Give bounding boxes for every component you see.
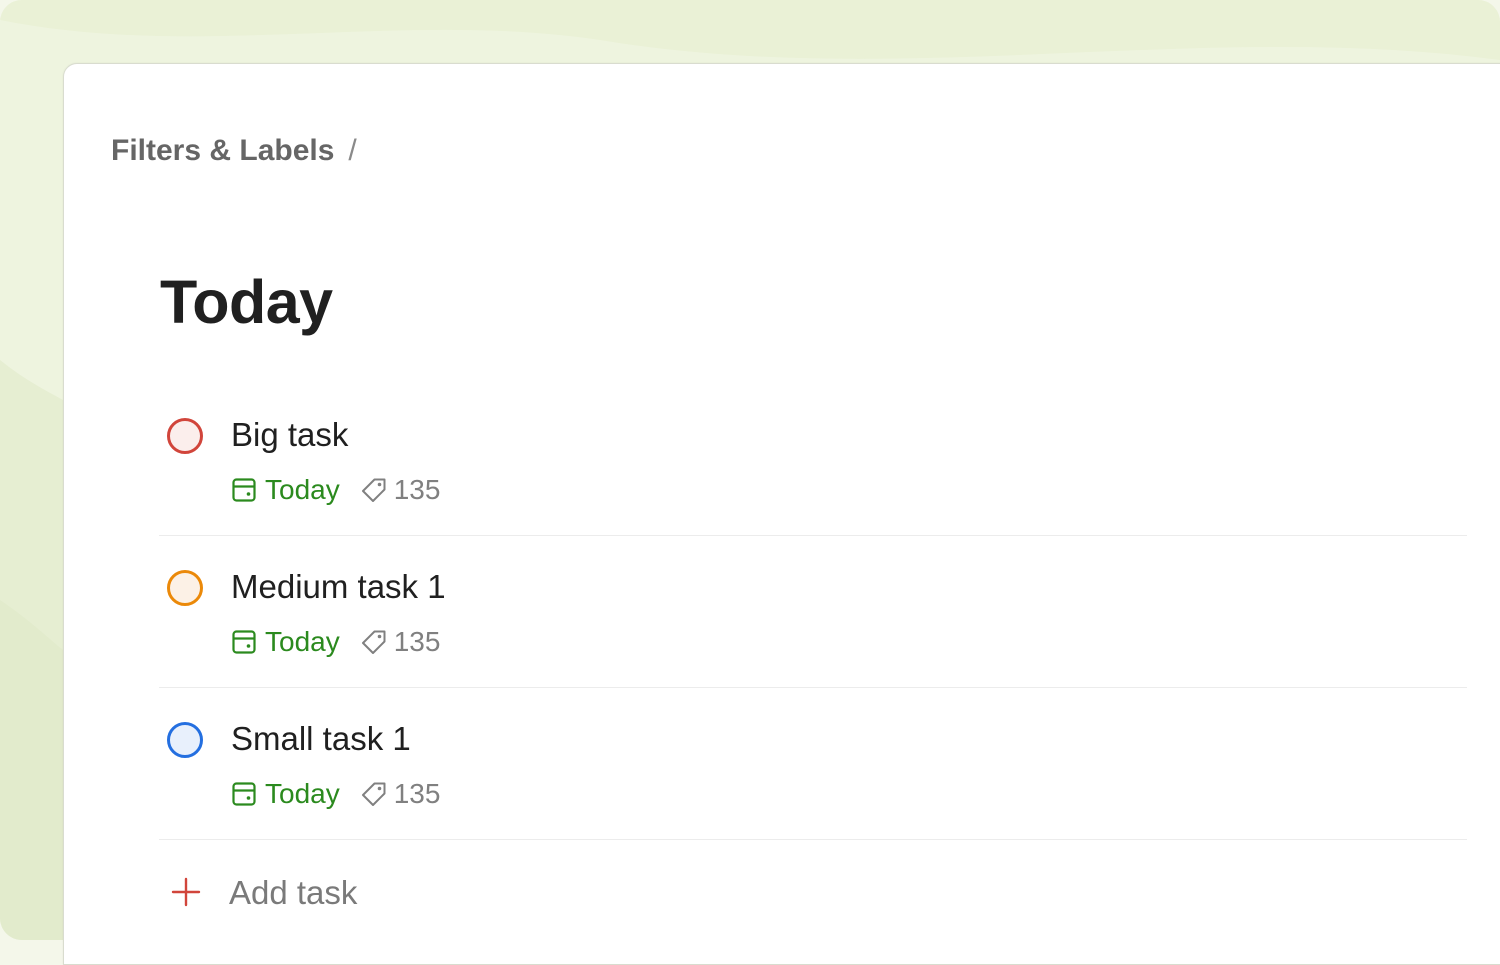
task-due-date[interactable]: Today [231,626,340,658]
breadcrumb: Filters & Labels / [111,134,357,168]
calendar-icon [232,630,256,654]
breadcrumb-filters-labels-link[interactable]: Filters & Labels [111,134,334,168]
task-complete-checkbox[interactable] [167,570,203,606]
task-complete-checkbox[interactable] [167,418,203,454]
task-list: Big task Today 135 Medium task 1 Today 1… [159,384,1467,948]
task-title[interactable]: Small task 1 [231,720,411,758]
task-complete-checkbox[interactable] [167,722,203,758]
calendar-icon [232,782,256,806]
task-label-text: 135 [393,626,441,657]
add-task-button[interactable]: Add task [159,840,1467,948]
task-label[interactable]: 135 [360,474,441,506]
task-title[interactable]: Big task [231,416,348,454]
task-due-date[interactable]: Today [231,474,340,506]
task-title[interactable]: Medium task 1 [231,568,446,606]
tag-icon [361,782,386,806]
task-label[interactable]: 135 [360,778,441,810]
calendar-icon [232,478,256,502]
add-task-label: Add task [229,874,358,911]
tag-icon [361,630,386,654]
task-due-label: Today [265,778,340,809]
task-due-label: Today [265,474,340,505]
task-label-text: 135 [393,778,441,809]
task-meta: Today 135 [231,626,440,658]
task-meta: Today 135 [231,474,440,506]
task-row[interactable]: Small task 1 Today 135 [159,688,1467,840]
task-label-text: 135 [393,474,441,505]
main-content-panel: Filters & Labels / Today Big task Today [63,63,1500,965]
task-label[interactable]: 135 [360,626,441,658]
task-row[interactable]: Medium task 1 Today 135 [159,536,1467,688]
breadcrumb-separator: / [348,134,357,167]
task-due-date[interactable]: Today [231,778,340,810]
task-meta: Today 135 [231,778,440,810]
page-title: Today [160,268,333,336]
task-row[interactable]: Big task Today 135 [159,384,1467,536]
plus-icon [171,877,201,907]
task-due-label: Today [265,626,340,657]
tag-icon [361,478,386,502]
